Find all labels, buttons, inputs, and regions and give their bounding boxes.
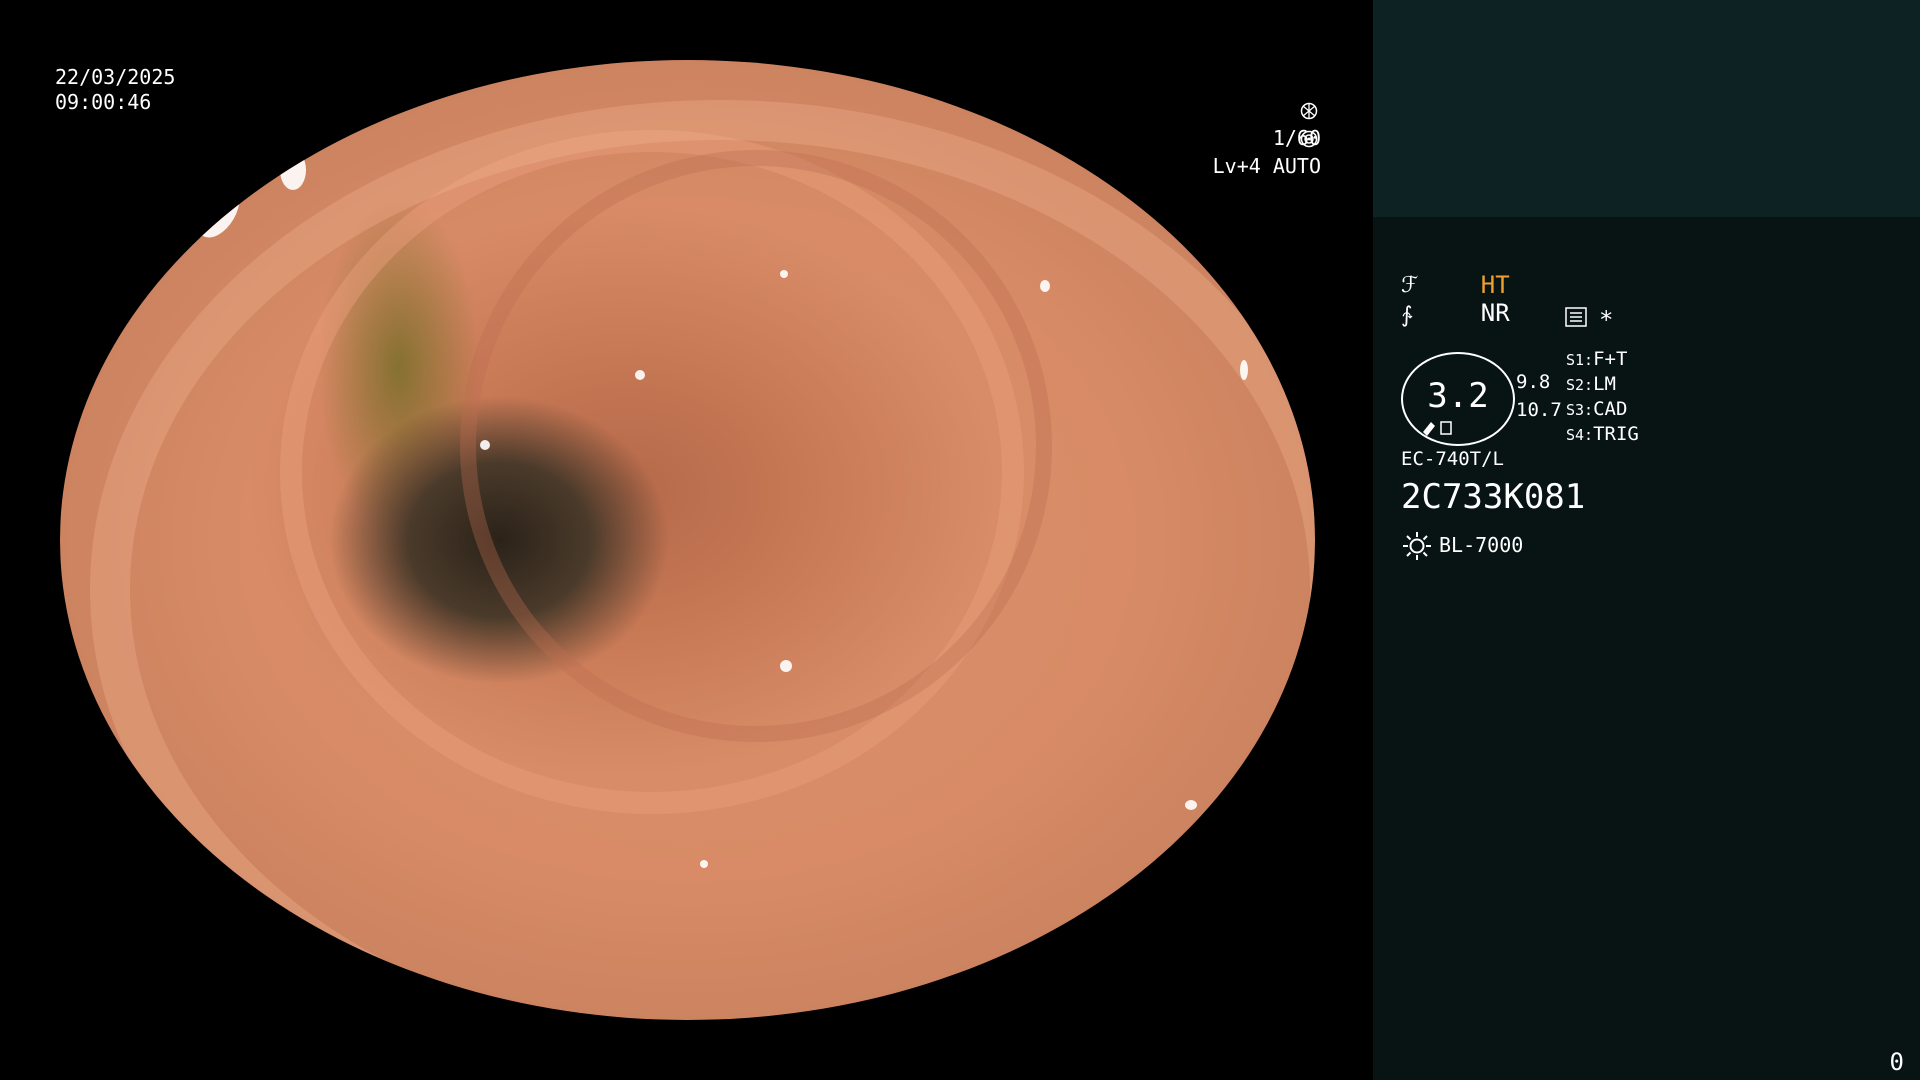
info-panel-header xyxy=(1373,0,1920,217)
specular-highlight xyxy=(780,660,792,672)
mode-indicators: HT NR xyxy=(1423,243,1510,355)
list-icon xyxy=(1565,307,1587,327)
date-label: 22/03/2025 xyxy=(55,65,176,89)
zoom-dial: 3.2 xyxy=(1401,352,1515,446)
image-counter: 0 xyxy=(1889,1048,1904,1076)
star-indicator: * xyxy=(1599,306,1614,334)
switch-row: S1:F+T xyxy=(1566,348,1639,373)
dial-marker-icon xyxy=(1423,421,1452,436)
specular-highlight xyxy=(780,270,788,278)
light-source-label: BL-7000 xyxy=(1439,533,1524,557)
scope-serial-label: 2C733K081 xyxy=(1401,477,1586,517)
side-value-1: 9.8 xyxy=(1516,371,1551,393)
specular-highlight xyxy=(187,175,249,245)
switch-list: S1:F+T S2:LM S3:CAD S4:TRIG xyxy=(1566,348,1639,448)
mode-nr-label: NR xyxy=(1480,299,1510,327)
light-level-readout: Lv+4 AUTO xyxy=(1164,127,1321,205)
specular-highlight xyxy=(635,370,645,380)
structure-symbol: ∱ xyxy=(1401,303,1413,328)
switch-row: S4:TRIG xyxy=(1566,423,1639,448)
switch-key: S2: xyxy=(1566,376,1594,394)
specular-highlight xyxy=(1185,800,1197,810)
specular-highlight xyxy=(480,440,490,450)
endoscopic-image xyxy=(60,60,1315,1020)
sun-icon xyxy=(1403,532,1431,560)
zoom-dial-value: 3.2 xyxy=(1427,376,1489,416)
switch-row: S2:LM xyxy=(1566,373,1639,398)
light-level-value: Lv+4 AUTO xyxy=(1212,154,1321,178)
switch-value: LM xyxy=(1593,373,1616,395)
switch-value: CAD xyxy=(1593,398,1628,420)
iris-icon xyxy=(1300,130,1318,148)
endoscope-view-area: 22/03/2025 09:00:46 1/60 Lv+4 AUTO xyxy=(0,0,1373,1080)
scope-model-label: EC-740T/L xyxy=(1401,448,1504,470)
specular-highlight xyxy=(280,150,306,190)
specular-highlight xyxy=(1040,280,1050,292)
time-label: 09:00:46 xyxy=(55,90,152,114)
mode-ht-label: HT xyxy=(1480,271,1510,299)
switch-value: TRIG xyxy=(1593,423,1639,445)
specular-highlight xyxy=(700,860,708,868)
switch-key: S1: xyxy=(1566,351,1594,369)
switch-row: S3:CAD xyxy=(1566,398,1639,423)
enhancement-symbol: ℱ xyxy=(1401,273,1419,298)
mucosal-fold xyxy=(90,100,1315,1020)
switch-value: F+T xyxy=(1593,348,1628,370)
aperture-icon xyxy=(1300,102,1318,120)
switch-key: S4: xyxy=(1566,426,1594,444)
specular-highlight xyxy=(1240,360,1248,380)
switch-key: S3: xyxy=(1566,401,1594,419)
info-panel: HT NR ℱ ∱ * 3.2 9.8 10.7 S1:F+T S2:LM S3… xyxy=(1373,0,1920,1080)
side-value-2: 10.7 xyxy=(1516,399,1562,421)
